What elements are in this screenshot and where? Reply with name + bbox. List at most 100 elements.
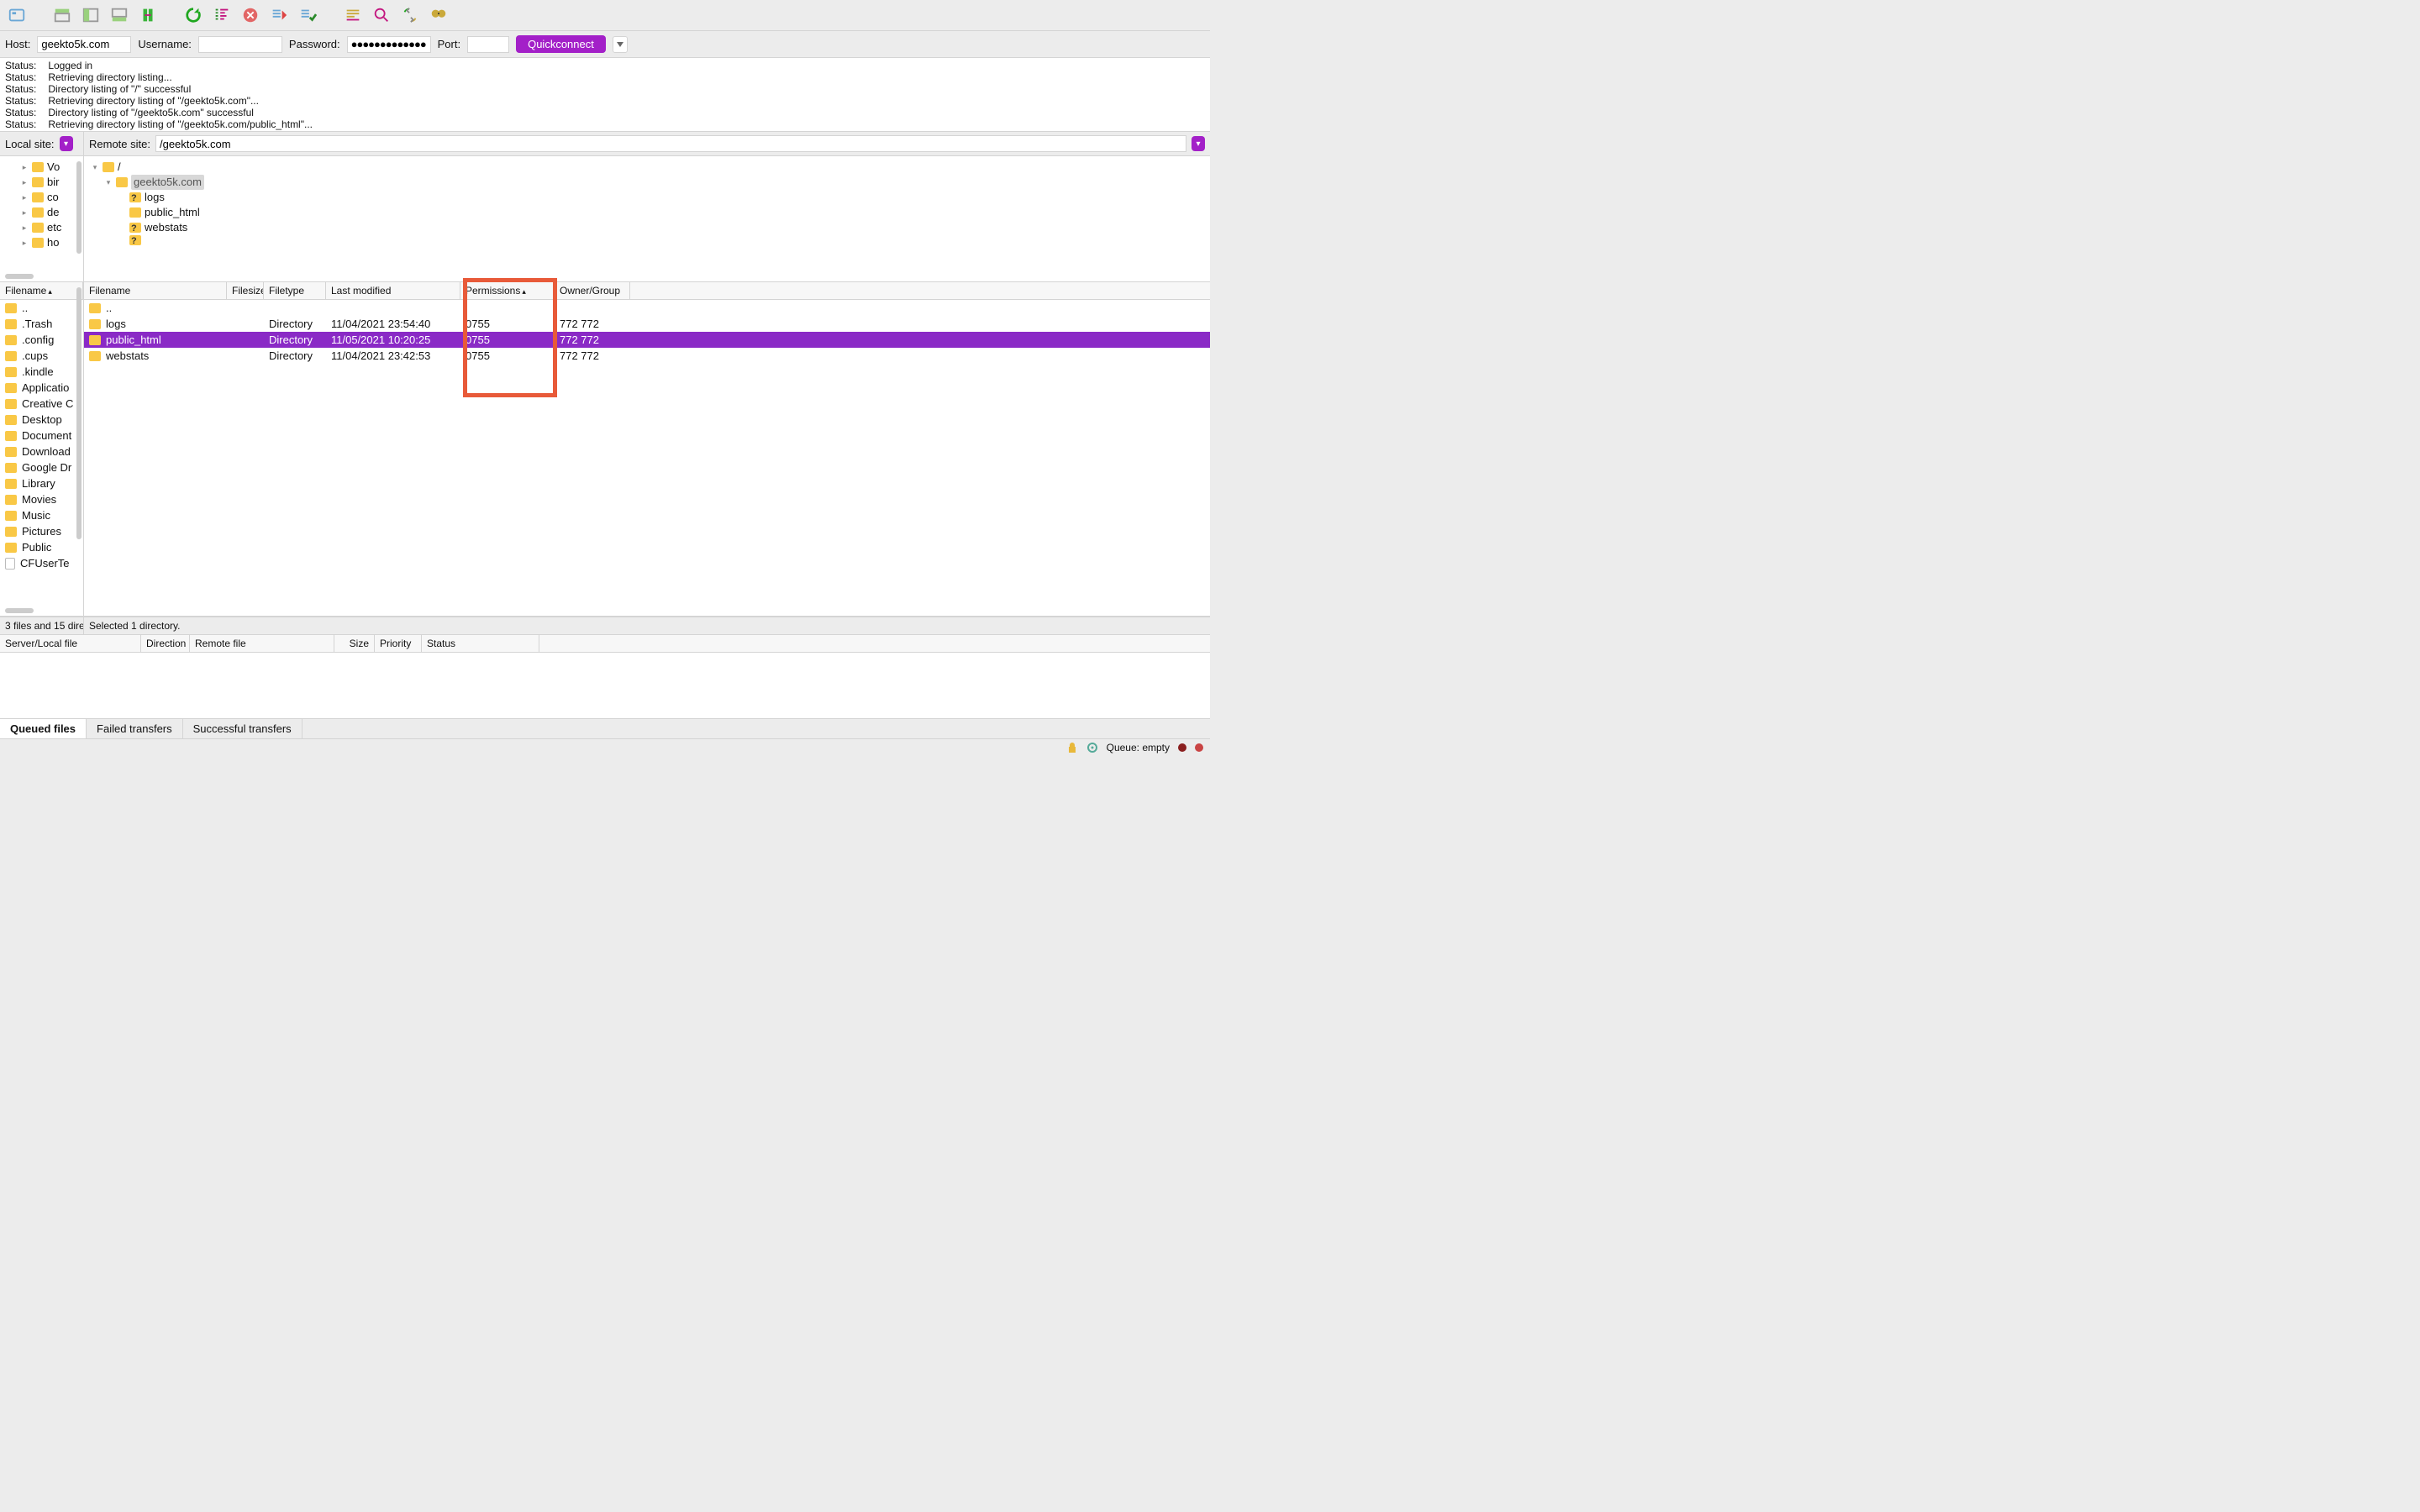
port-label: Port:: [438, 38, 460, 50]
remote-tree[interactable]: ▾/▾geekto5k.comlogspublic_htmlwebstats: [84, 156, 1210, 281]
list-item[interactable]: Desktop: [0, 412, 83, 428]
list-item[interactable]: Google Dr: [0, 459, 83, 475]
list-item[interactable]: .config: [0, 332, 83, 348]
list-item[interactable]: .cups: [0, 348, 83, 364]
host-input[interactable]: [37, 36, 131, 53]
reconnect-icon[interactable]: [296, 3, 319, 27]
tree-node[interactable]: ▸etc: [2, 220, 82, 235]
list-item[interactable]: Download: [0, 444, 83, 459]
list-item[interactable]: Creative C: [0, 396, 83, 412]
find-icon[interactable]: [427, 3, 450, 27]
tree-node[interactable]: ▸co: [2, 190, 82, 205]
site-manager-icon[interactable]: [5, 3, 29, 27]
tab-failed-transfers[interactable]: Failed transfers: [87, 719, 183, 738]
disconnect-icon[interactable]: [267, 3, 291, 27]
list-item[interactable]: Library: [0, 475, 83, 491]
quickconnect-button[interactable]: Quickconnect: [516, 35, 606, 53]
tab-queued-files[interactable]: Queued files: [0, 719, 87, 738]
local-tree[interactable]: ▸Vo▸bir▸co▸de▸etc▸ho: [0, 156, 84, 281]
col-priority[interactable]: Priority: [375, 635, 422, 652]
username-input[interactable]: [198, 36, 282, 53]
col-filename[interactable]: Filename: [84, 282, 227, 299]
message-log[interactable]: Status: Logged inStatus: Retrieving dire…: [0, 58, 1210, 132]
col-modified[interactable]: Last modified: [326, 282, 460, 299]
scrollbar-vertical[interactable]: [76, 287, 82, 539]
list-item[interactable]: Public: [0, 539, 83, 555]
col-filesize[interactable]: Filesize: [227, 282, 264, 299]
tree-node[interactable]: logs: [86, 190, 1208, 205]
transfer-queue[interactable]: [0, 653, 1210, 718]
sync-browse-icon[interactable]: [136, 3, 160, 27]
col-remote-file[interactable]: Remote file: [190, 635, 334, 652]
remote-file-list[interactable]: Filename Filesize Filetype Last modified…: [84, 282, 1210, 616]
table-row[interactable]: ..: [84, 300, 1210, 316]
queue-process-icon[interactable]: [341, 3, 365, 27]
tree-node[interactable]: ▸Vo: [2, 160, 82, 175]
col-status[interactable]: Status: [422, 635, 539, 652]
tree-node[interactable]: ▸bir: [2, 175, 82, 190]
filter-icon[interactable]: [210, 3, 234, 27]
local-site-label: Local site:: [5, 138, 55, 150]
col-owner[interactable]: Owner/Group: [555, 282, 630, 299]
host-label: Host:: [5, 38, 30, 50]
quickconnect-bar: Host: Username: Password: Port: Quickcon…: [0, 31, 1210, 58]
toggle-log-icon[interactable]: [50, 3, 74, 27]
tab-successful-transfers[interactable]: Successful transfers: [183, 719, 302, 738]
tree-node[interactable]: ▸ho: [2, 235, 82, 250]
tree-node[interactable]: ▸de: [2, 205, 82, 220]
file-lists: Filename▴ ...Trash.config.cups.kindleApp…: [0, 282, 1210, 617]
table-row[interactable]: logsDirectory11/04/2021 23:54:400755772 …: [84, 316, 1210, 332]
toggle-tree-icon[interactable]: [79, 3, 103, 27]
col-filename: Filename▴: [0, 282, 83, 299]
port-input[interactable]: [467, 36, 509, 53]
cancel-icon[interactable]: [239, 3, 262, 27]
col-filetype[interactable]: Filetype: [264, 282, 326, 299]
username-label: Username:: [138, 38, 192, 50]
list-item[interactable]: Document: [0, 428, 83, 444]
quickconnect-history-dropdown[interactable]: [613, 36, 628, 53]
list-item[interactable]: .kindle: [0, 364, 83, 380]
password-input[interactable]: [347, 36, 431, 53]
toggle-queue-icon[interactable]: [108, 3, 131, 27]
main-toolbar: [0, 0, 1210, 31]
list-item[interactable]: ..: [0, 300, 83, 316]
list-item[interactable]: Music: [0, 507, 83, 523]
scrollbar-vertical[interactable]: [76, 161, 82, 254]
queue-status: Queue: empty: [1107, 742, 1170, 753]
transfer-tabs: Queued files Failed transfers Successful…: [0, 718, 1210, 738]
list-item[interactable]: Applicatio: [0, 380, 83, 396]
tree-node[interactable]: ▾geekto5k.com: [86, 175, 1208, 190]
tree-node[interactable]: webstats: [86, 220, 1208, 235]
list-item[interactable]: Pictures: [0, 523, 83, 539]
remote-listing-status: Selected 1 directory.: [84, 617, 1210, 634]
list-item[interactable]: CFUserTe: [0, 555, 83, 571]
col-direction[interactable]: Direction: [141, 635, 190, 652]
remote-site-label: Remote site:: [89, 138, 150, 150]
refresh-icon[interactable]: [182, 3, 205, 27]
directory-trees: ▸Vo▸bir▸co▸de▸etc▸ho ▾/▾geekto5k.comlogs…: [0, 156, 1210, 282]
status-dot-1: [1178, 743, 1186, 752]
listing-status: 3 files and 15 dire Selected 1 directory…: [0, 617, 1210, 635]
scrollbar-horizontal[interactable]: [5, 608, 34, 613]
list-item[interactable]: .Trash: [0, 316, 83, 332]
table-row[interactable]: webstatsDirectory11/04/2021 23:42:530755…: [84, 348, 1210, 364]
table-row[interactable]: public_htmlDirectory11/05/2021 10:20:250…: [84, 332, 1210, 348]
tree-node[interactable]: public_html: [86, 205, 1208, 220]
col-server-local[interactable]: Server/Local file: [0, 635, 141, 652]
local-listing-status: 3 files and 15 dire: [0, 617, 84, 634]
list-item[interactable]: Movies: [0, 491, 83, 507]
search-icon[interactable]: [370, 3, 393, 27]
col-permissions: Permissions▴: [460, 282, 555, 299]
tree-node[interactable]: ▾/: [86, 160, 1208, 175]
remote-site-dropdown[interactable]: ▾: [1192, 136, 1205, 151]
transfer-queue-header: Server/Local file Direction Remote file …: [0, 635, 1210, 653]
local-file-list[interactable]: Filename▴ ...Trash.config.cups.kindleApp…: [0, 282, 84, 616]
gear-icon[interactable]: [1086, 742, 1098, 753]
lock-icon: [1066, 742, 1078, 753]
remote-site-input[interactable]: [155, 135, 1186, 152]
scrollbar-horizontal[interactable]: [5, 274, 34, 279]
status-dot-2: [1195, 743, 1203, 752]
compare-icon[interactable]: [398, 3, 422, 27]
local-site-dropdown[interactable]: ▾: [60, 136, 73, 151]
col-size[interactable]: Size: [334, 635, 375, 652]
